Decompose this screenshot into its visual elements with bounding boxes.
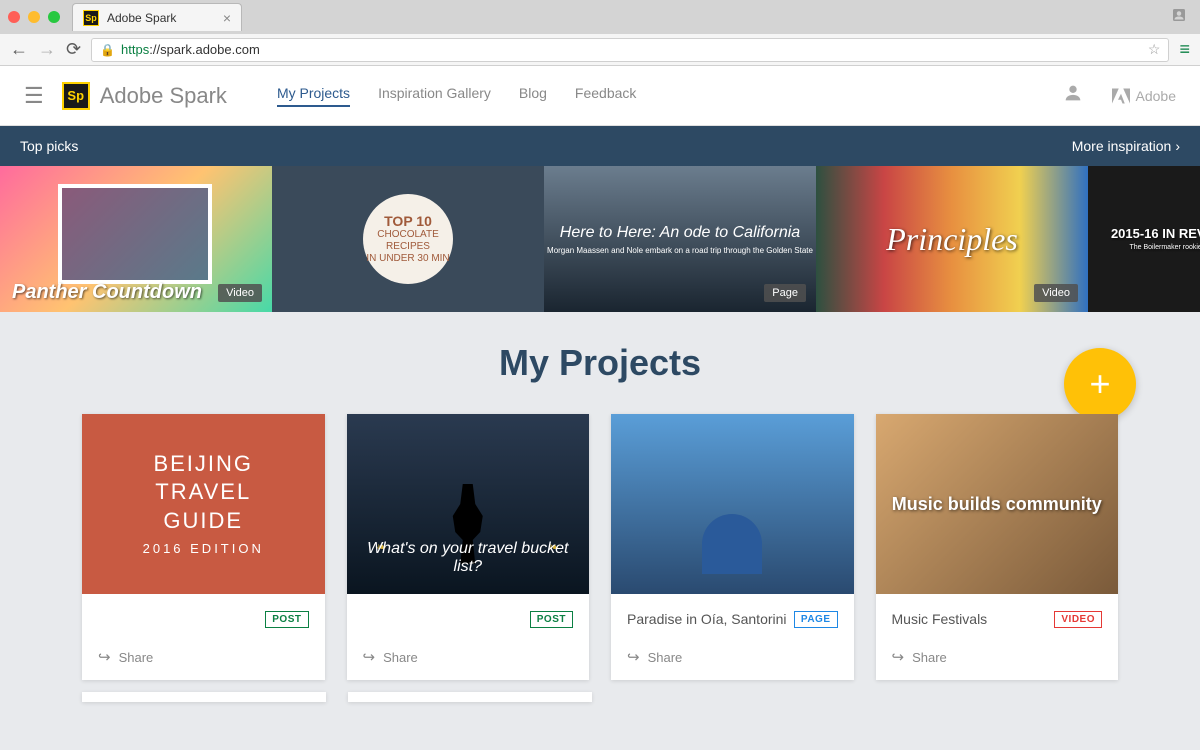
top-picks-label: Top picks — [20, 138, 78, 154]
browser-chrome: Sp Adobe Spark × ← → ⟳ 🔒 https://spark.a… — [0, 0, 1200, 66]
project-card[interactable]: Paradise in Oía, Santorini PAGE ↪ Share — [611, 414, 854, 680]
top-picks-bar: Top picks More inspiration› — [0, 126, 1200, 166]
pick-card[interactable]: 2015-16 IN REVIEW: TIARA MURPHY The Boil… — [1088, 166, 1200, 312]
type-badge: VIDEO — [1054, 611, 1102, 628]
pick-title: 2015-16 IN REVIEW: TIARA MURPHY The Boil… — [1111, 226, 1200, 252]
projects-row-2 — [0, 680, 1200, 702]
pick-circle: TOP 10 CHOCOLATE RECIPES IN UNDER 30 MIN — [363, 194, 453, 284]
projects-heading: My Projects — [0, 342, 1200, 384]
nav-feedback[interactable]: Feedback — [575, 85, 636, 107]
project-meta: POST — [347, 594, 590, 640]
tab-close-button[interactable]: × — [223, 10, 231, 26]
projects-section: My Projects + BEIJING TRAVEL GUIDE 2016 … — [0, 312, 1200, 702]
project-card-partial[interactable] — [82, 692, 326, 702]
browser-toolbar: ← → ⟳ 🔒 https://spark.adobe.com ☆ ≡ — [0, 34, 1200, 66]
pick-title: Panther Countdown — [12, 281, 202, 304]
share-icon: ↪ — [363, 648, 376, 666]
app-header: ☰ Sp Adobe Spark My Projects Inspiration… — [0, 66, 1200, 126]
share-button[interactable]: ↪ Share — [611, 640, 854, 680]
pick-card[interactable]: Here to Here: An ode to California Morga… — [544, 166, 816, 312]
pick-title: Principles — [886, 221, 1018, 258]
url-bar[interactable]: 🔒 https://spark.adobe.com ☆ — [91, 38, 1169, 62]
pick-photo — [58, 184, 212, 284]
project-card[interactable]: Music builds community Music Festivals V… — [876, 414, 1119, 680]
project-image — [611, 414, 854, 594]
chrome-menu-icon[interactable]: ≡ — [1179, 39, 1190, 60]
browser-tab[interactable]: Sp Adobe Spark × — [72, 3, 242, 31]
plus-icon: + — [1089, 363, 1110, 405]
project-card[interactable]: BEIJING TRAVEL GUIDE 2016 EDITION POST ↪… — [82, 414, 325, 680]
project-image: ❧ ❧ What's on your travel bucket list? — [347, 414, 590, 594]
picks-strip: Panther Countdown Video TOP 10 CHOCOLATE… — [0, 166, 1200, 312]
pick-card[interactable]: Panther Countdown Video — [0, 166, 272, 312]
type-badge: PAGE — [794, 611, 838, 628]
project-card-partial[interactable] — [348, 692, 592, 702]
project-title: Paradise in Oía, Santorini — [627, 611, 794, 627]
lock-icon: 🔒 — [100, 43, 115, 57]
project-title: Music Festivals — [892, 611, 1055, 627]
tab-favicon-icon: Sp — [83, 10, 99, 26]
share-button[interactable]: ↪ Share — [82, 640, 325, 680]
window-maximize-button[interactable] — [48, 11, 60, 23]
add-project-button[interactable]: + — [1064, 348, 1136, 420]
hamburger-menu-icon[interactable]: ☰ — [24, 83, 44, 109]
nav-inspiration-gallery[interactable]: Inspiration Gallery — [378, 85, 491, 107]
type-badge: POST — [530, 611, 573, 628]
nav-blog[interactable]: Blog — [519, 85, 547, 107]
url-text: https://spark.adobe.com — [121, 42, 260, 57]
pick-badge: Video — [1034, 284, 1078, 302]
pick-card[interactable]: Principles Video — [816, 166, 1088, 312]
nav-my-projects[interactable]: My Projects — [277, 85, 350, 107]
browser-tab-strip: Sp Adobe Spark × — [0, 0, 1200, 34]
bookmark-star-icon[interactable]: ☆ — [1148, 41, 1161, 58]
adobe-brand[interactable]: Adobe — [1112, 88, 1176, 104]
window-close-button[interactable] — [8, 11, 20, 23]
app-name: Adobe Spark — [100, 83, 227, 109]
pick-title: Here to Here: An ode to California Morga… — [547, 224, 813, 255]
projects-grid: BEIJING TRAVEL GUIDE 2016 EDITION POST ↪… — [0, 414, 1200, 680]
window-minimize-button[interactable] — [28, 11, 40, 23]
forward-button[interactable]: → — [38, 39, 56, 60]
project-meta: Paradise in Oía, Santorini PAGE — [611, 594, 854, 640]
project-meta: Music Festivals VIDEO — [876, 594, 1119, 640]
project-image: Music builds community — [876, 414, 1119, 594]
share-icon: ↪ — [892, 648, 905, 666]
header-right: Adobe — [1062, 82, 1176, 110]
reload-button[interactable]: ⟳ — [66, 39, 81, 60]
more-inspiration-link[interactable]: More inspiration› — [1072, 138, 1180, 154]
tab-title: Adobe Spark — [107, 11, 215, 25]
project-meta: POST — [82, 594, 325, 640]
user-icon[interactable] — [1062, 82, 1084, 110]
share-button[interactable]: ↪ Share — [876, 640, 1119, 680]
share-icon: ↪ — [98, 648, 111, 666]
back-button[interactable]: ← — [10, 39, 28, 60]
pick-badge: Page — [764, 284, 806, 302]
traffic-lights — [8, 11, 60, 23]
chrome-profile-icon[interactable] — [1170, 6, 1188, 29]
adobe-logo-icon — [1112, 88, 1130, 104]
share-button[interactable]: ↪ Share — [347, 640, 590, 680]
adobe-label: Adobe — [1136, 88, 1176, 104]
project-card[interactable]: ❧ ❧ What's on your travel bucket list? P… — [347, 414, 590, 680]
pick-badge: Video — [218, 284, 262, 302]
nav-tabs: My Projects Inspiration Gallery Blog Fee… — [277, 85, 636, 107]
type-badge: POST — [265, 611, 308, 628]
share-icon: ↪ — [627, 648, 640, 666]
project-image: BEIJING TRAVEL GUIDE 2016 EDITION — [82, 414, 325, 594]
app-logo-icon: Sp — [62, 82, 90, 110]
chevron-right-icon: › — [1175, 138, 1180, 154]
pick-card[interactable]: TOP 10 CHOCOLATE RECIPES IN UNDER 30 MIN — [272, 166, 544, 312]
